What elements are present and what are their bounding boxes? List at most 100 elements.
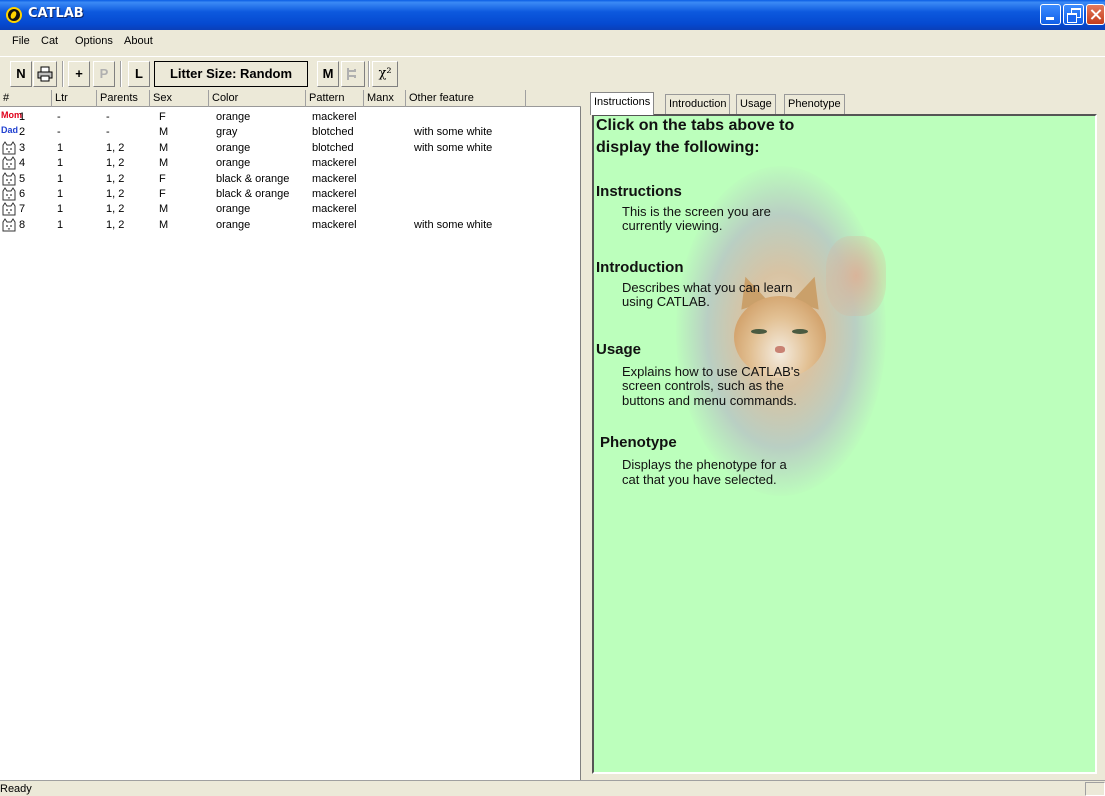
col-header-parents[interactable]: Parents [97,90,150,107]
cell-sex: F [159,111,166,123]
cell-num: 2 [19,126,26,139]
restore-button[interactable] [1063,4,1084,25]
status-bar: Ready [0,780,1105,796]
window-title: CATLAB [28,6,84,21]
l-button[interactable]: L [128,61,150,87]
tab-instructions[interactable]: Instructions [590,92,655,115]
cell-num: 5 [19,172,26,185]
col-header-ltr[interactable]: Ltr [52,90,97,107]
cell-pattern: mackerel [312,203,357,216]
tab-introduction[interactable]: Introduction [665,94,731,114]
toolbar-separator [368,61,370,87]
cell-other: with some white [414,141,493,154]
catlab-window: CATLAB File Cat Options About N + P L Li… [0,0,1105,796]
pedigree-button[interactable] [341,61,365,87]
cell-color: orange [216,218,251,231]
col-header-color[interactable]: Color [209,90,306,107]
cell-ltr: 1 [57,203,64,216]
menu-about[interactable]: About [124,35,153,47]
section-title-instructions: Instructions [596,183,682,200]
add-cat-button[interactable]: + [68,61,90,87]
cell-parents: 1, 2 [106,188,125,200]
printer-icon [37,66,53,82]
table-row[interactable]: 8 1 1, 2 Morange mackerel with some white [0,217,581,233]
dad-icon: Dad [1,125,19,136]
section-line: Displays the phenotype for a [622,457,787,472]
cell-num: 8 [19,218,26,231]
menu-bar: File Cat Options About [0,32,1105,52]
status-text: Ready [0,783,32,795]
table-row[interactable]: 6 1 1, 2 Fblack & orange mackerel [0,187,581,202]
m-button[interactable]: M [317,61,339,87]
toolbar-separator [62,61,64,87]
close-button[interactable] [1086,4,1105,25]
section-title-phenotype: Phenotype [600,434,677,451]
table-row[interactable]: 7 1 1, 2 Morange mackerel [0,202,581,217]
minimize-button[interactable] [1040,4,1061,25]
cell-num: 6 [19,188,26,200]
resize-grip[interactable] [1085,782,1105,796]
toolbar-separator [120,61,122,87]
toolbar: N + P L Litter Size: Random M χ² [0,56,1105,90]
litter-size-button[interactable]: Litter Size: Random [154,61,308,87]
cell-ltr: 1 [57,188,64,200]
cell-parents: 1, 2 [106,203,125,216]
new-button[interactable]: N [10,61,32,87]
tab-phenotype[interactable]: Phenotype [784,94,845,114]
tab-usage[interactable]: Usage [736,94,776,114]
cell-pattern: mackerel [312,218,357,231]
title-bar[interactable]: CATLAB [0,0,1105,30]
cell-pattern: mackerel [312,172,357,185]
section-line: Explains how to use CATLAB's [622,364,800,379]
cell-pattern: mackerel [312,111,357,123]
section-title-introduction: Introduction [596,259,684,276]
intro-line-1: Click on the tabs above to [596,117,795,134]
cat-face-icon [1,156,17,170]
print-button[interactable] [33,61,57,87]
tab-strip: Instructions Introduction Usage Phenotyp… [588,92,1098,115]
cell-ltr: 1 [57,157,64,170]
cat-face-icon [1,171,17,186]
chi-square-button[interactable]: χ² [372,61,398,87]
cell-ltr: - [57,111,61,123]
info-panel: Instructions Introduction Usage Phenotyp… [584,90,1105,780]
section-line: cat that you have selected. [622,472,777,487]
section-line: This is the screen you are [622,204,771,219]
cell-parents: 1, 2 [106,218,125,231]
cell-parents: 1, 2 [106,157,125,170]
col-header-manx[interactable]: Manx [364,90,406,107]
cell-sex: M [159,141,169,154]
section-line: buttons and menu commands. [622,393,797,408]
section-line: Describes what you can learn [622,280,793,295]
menu-file[interactable]: File [12,35,30,47]
intro-line-2: display the following: [596,139,760,156]
menu-options[interactable]: Options [75,35,113,47]
table-row[interactable]: Mom 1 - - Forange mackerel [0,110,581,125]
table-row[interactable]: 4 1 1, 2 Morange mackerel [0,156,581,171]
table-row[interactable]: 3 1 1, 2 Morange blotched with some white [0,140,581,156]
col-header-other[interactable]: Other feature [406,90,526,107]
cell-other: with some white [414,218,493,231]
cat-list[interactable]: # Ltr Parents Sex Color Pattern Manx Oth… [0,90,581,780]
table-row[interactable]: 5 1 1, 2 Fblack & orange mackerel [0,171,581,187]
col-header-pattern[interactable]: Pattern [306,90,364,107]
col-header-num[interactable]: # [0,90,52,107]
cell-color: orange [216,157,251,170]
col-header-sex[interactable]: Sex [150,90,209,107]
cat-face-icon [1,217,17,232]
cell-sex: F [159,188,166,200]
menu-cat[interactable]: Cat [41,35,58,47]
cat-face-icon [1,187,17,201]
section-line: currently viewing. [622,218,723,233]
mom-icon: Mom [1,110,22,120]
table-row[interactable]: Dad 2 - - Mgray blotched with some white [0,125,581,140]
catlab-app-icon [6,7,22,23]
cell-ltr: 1 [57,218,64,231]
cell-parents: 1, 2 [106,141,125,154]
cell-color: orange [216,111,251,123]
cell-num: 4 [19,157,26,170]
instructions-content: Click on the tabs above to display the f… [592,114,1097,774]
cell-parents: - [106,126,110,139]
section-title-usage: Usage [596,341,642,358]
p-button[interactable]: P [93,61,115,87]
